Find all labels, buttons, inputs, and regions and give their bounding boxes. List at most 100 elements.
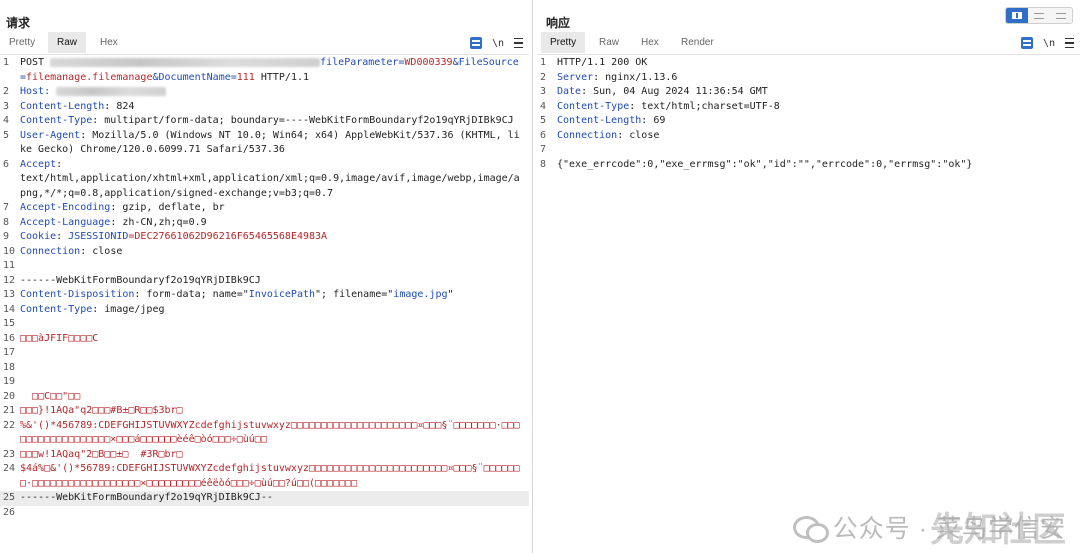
code-line: 14 Content-Type: image/jpeg — [0, 303, 529, 318]
code-line: 1 HTTP/1.1 200 OK — [537, 56, 1080, 71]
code-line: 6 Connection: close — [537, 129, 1080, 144]
line-text: Accept: text/html,application/xhtml+xml,… — [20, 158, 520, 199]
line-text: Host: — [20, 85, 529, 100]
line-number: 3 — [540, 86, 547, 97]
line-text: POST fileParameter=WD000339&FileSource=f… — [20, 57, 519, 83]
line-number: 23 — [3, 448, 16, 460]
line-number: 19 — [3, 376, 16, 387]
line-number: 2 — [540, 71, 547, 83]
response-pane: 响应 Pretty Raw Hex Render \n 1 HTTP/1.1 20… — [537, 0, 1080, 553]
code-line: 4 Content-Type: multipart/form-data; boun… — [0, 114, 529, 129]
line-number: 13 — [3, 289, 16, 300]
code-line: 20 □□C□□"□□ — [0, 390, 529, 405]
line-text: Server: nginx/1.13.6 — [557, 71, 678, 83]
line-number: 25 — [3, 492, 16, 503]
line-number: 5 — [540, 115, 547, 126]
line-number: 2 — [3, 86, 10, 97]
response-toolbar-icons: \n — [1020, 35, 1074, 51]
wrap-lines-icon[interactable] — [469, 37, 482, 49]
code-line: 11 — [0, 259, 529, 274]
line-text: □□□}!1AQa"q2□□□#B±□R□□$3br□ — [20, 405, 183, 416]
menu-icon[interactable] — [1065, 38, 1074, 48]
pane-divider[interactable] — [532, 0, 533, 553]
line-number: 26 — [3, 506, 16, 518]
code-line: 7 — [537, 143, 1080, 158]
code-line: 18 — [0, 361, 529, 376]
code-line: 6 Accept: text/html,application/xhtml+xml… — [0, 158, 529, 202]
line-text: Date: Sun, 04 Aug 2024 11:36:54 GMT — [557, 86, 768, 97]
response-tab-raw[interactable]: Raw — [590, 32, 628, 53]
code-line: 7 Accept-Encoding: gzip, deflate, br — [0, 201, 529, 216]
line-text: Accept-Language: zh-CN,zh;q=0.9 — [20, 216, 207, 228]
show-newlines-icon[interactable]: \n — [492, 38, 504, 49]
line-text: HTTP/1.1 200 OK — [557, 57, 648, 68]
show-newlines-icon[interactable]: \n — [1043, 38, 1055, 49]
line-number: 17 — [3, 347, 16, 358]
wrap-lines-icon[interactable] — [1020, 37, 1033, 49]
response-tabbar: Pretty Raw Hex Render \n — [537, 32, 1080, 55]
line-number: 24 — [3, 463, 16, 474]
line-text: Cookie: JSESSIONID=DEC27661062D96216F654… — [20, 231, 328, 242]
line-number: 15 — [3, 318, 16, 329]
code-line: 9 Cookie: JSESSIONID=DEC27661062D96216F65… — [0, 230, 529, 245]
request-tab-raw[interactable]: Raw — [48, 32, 87, 53]
code-line: 5 User-Agent: Mozilla/5.0 (Windows NT 10.… — [0, 129, 529, 158]
line-number: 4 — [540, 100, 547, 112]
request-tab-hex[interactable]: Hex — [91, 32, 127, 53]
code-line: 1 POST fileParameter=WD000339&FileSource=… — [0, 56, 529, 85]
code-line: 26 — [0, 506, 529, 521]
code-line: 15 — [0, 317, 529, 332]
code-line: 24 $4á%□&'()*56789:CDEFGHIJSTUVWXYZcdefgh… — [0, 462, 529, 491]
line-text: Content-Disposition: form-data; name="In… — [20, 289, 454, 300]
line-text: Connection: close — [20, 245, 123, 257]
line-number: 3 — [3, 100, 10, 112]
request-tabbar: Pretty Raw Hex \n — [0, 32, 529, 55]
response-title: 响应 — [546, 16, 571, 30]
line-number: 8 — [3, 216, 10, 228]
code-line: 2 Host: — [0, 85, 529, 100]
request-toolbar-icons: \n — [469, 35, 523, 51]
line-text: Accept-Encoding: gzip, deflate, br — [20, 202, 225, 213]
line-text: Content-Type: text/html;charset=UTF-8 — [557, 100, 780, 112]
redacted-url — [50, 57, 321, 67]
menu-icon[interactable] — [514, 38, 523, 48]
code-line: 4 Content-Type: text/html;charset=UTF-8 — [537, 100, 1080, 115]
line-text: Content-Length: 824 — [20, 100, 135, 112]
code-line: 16 □□□àJFIF□□□□C — [0, 332, 529, 347]
request-tab-pretty[interactable]: Pretty — [0, 32, 44, 53]
request-editor[interactable]: 1 POST fileParameter=WD000339&FileSource=… — [0, 56, 529, 553]
code-line: 3 Content-Length: 824 — [0, 100, 529, 115]
response-editor[interactable]: 1 HTTP/1.1 200 OK 2 Server: nginx/1.13.6 3… — [537, 56, 1080, 553]
line-number: 7 — [3, 202, 10, 213]
code-line: 19 — [0, 375, 529, 390]
line-number: 7 — [540, 144, 547, 155]
line-number: 22 — [3, 419, 16, 431]
response-tab-render[interactable]: Render — [672, 32, 723, 53]
code-line: 8 Accept-Language: zh-CN,zh;q=0.9 — [0, 216, 529, 231]
line-text — [20, 361, 529, 376]
line-number: 6 — [3, 158, 10, 170]
line-text: User-Agent: Mozilla/5.0 (Windows NT 10.0… — [20, 129, 520, 156]
response-tab-pretty[interactable]: Pretty — [541, 32, 586, 53]
line-number: 1 — [3, 57, 10, 68]
code-line: 25 ------WebKitFormBoundaryf2o19qYRjDIBk9… — [0, 491, 529, 506]
line-number: 12 — [3, 274, 16, 286]
line-text: Content-Type: multipart/form-data; bound… — [20, 115, 514, 126]
line-text: ------WebKitFormBoundaryf2o19qYRjDIBk9CJ… — [20, 492, 273, 503]
line-text — [20, 346, 529, 361]
code-line: 22 %&'()*456789:CDEFGHIJSTUVWXYZcdefghijs… — [0, 419, 529, 448]
response-tab-hex[interactable]: Hex — [632, 32, 668, 53]
line-text: Content-Length: 69 — [557, 115, 666, 126]
line-text: Content-Type: image/jpeg — [20, 303, 165, 315]
line-text — [20, 506, 529, 521]
line-number: 8 — [540, 158, 547, 170]
line-number: 4 — [3, 115, 10, 126]
code-line: 8 {"exe_errcode":0,"exe_errmsg":"ok","id"… — [537, 158, 1080, 173]
line-number: 14 — [3, 303, 16, 315]
line-text: □□C□□"□□ — [20, 390, 81, 402]
line-text: {"exe_errcode":0,"exe_errmsg":"ok","id":… — [557, 158, 973, 170]
code-line: 2 Server: nginx/1.13.6 — [537, 71, 1080, 86]
code-line: 3 Date: Sun, 04 Aug 2024 11:36:54 GMT — [537, 85, 1080, 100]
line-text: $4á%□&'()*56789:CDEFGHIJSTUVWXYZcdefghij… — [20, 463, 520, 489]
line-number: 11 — [3, 260, 16, 271]
